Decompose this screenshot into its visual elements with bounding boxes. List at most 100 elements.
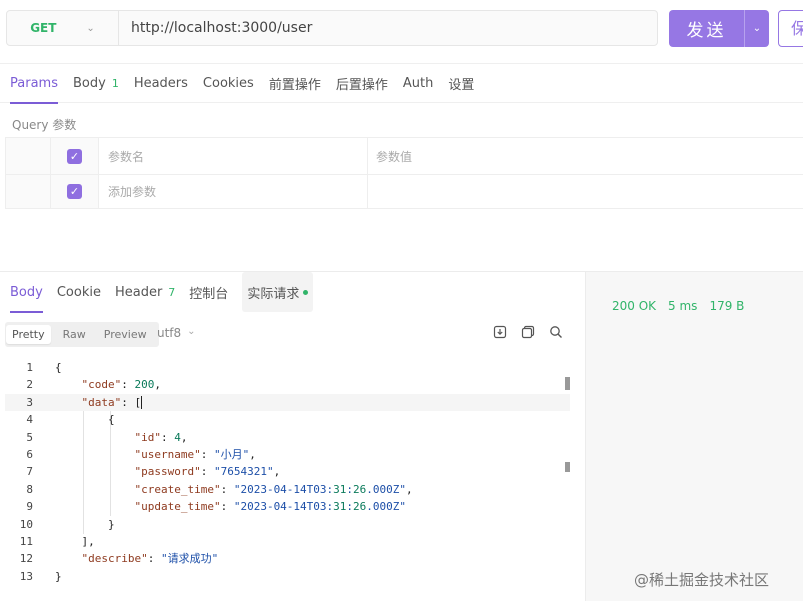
tab-label: Cookie — [56, 284, 101, 300]
response-tools — [493, 325, 563, 339]
tab-label: Auth — [402, 75, 434, 91]
params-table: ✓ 参数名 参数值 ✓ 添加参数 — [5, 137, 803, 209]
tab-label: Cookies — [202, 75, 254, 91]
download-icon[interactable] — [493, 325, 507, 339]
format-preview[interactable]: Preview — [98, 325, 153, 344]
url-input[interactable] — [119, 11, 657, 45]
line-number: 5 — [26, 430, 33, 444]
request-tabs: Params Body 1 Headers Cookies 前置操作 后置操作 A… — [0, 63, 803, 104]
line-number: 9 — [26, 500, 33, 514]
line-number: 8 — [26, 482, 33, 496]
response-body-panel: Body Cookie Header 7 控制台 实际请求 Pretty Raw … — [0, 272, 585, 601]
code-line: 4 { — [5, 411, 570, 428]
tab-label: 后置操作 — [335, 77, 388, 93]
tab-actual-request[interactable]: 实际请求 — [242, 272, 314, 312]
code-line: 9 "update_time": "2023-04-14T03:31:26.00… — [5, 498, 570, 515]
code-line: 2 "code": 200, — [5, 376, 570, 393]
params-header-row: ✓ 参数名 参数值 — [6, 138, 803, 175]
search-icon[interactable] — [549, 325, 563, 339]
tab-count: 7 — [168, 285, 176, 299]
format-switch: Pretty Raw Preview — [5, 322, 159, 347]
drag-handle-cell — [6, 138, 51, 174]
code-line: 13} — [5, 568, 570, 585]
response-size: 179 B — [709, 299, 745, 313]
tab-settings[interactable]: 设置 — [448, 63, 474, 103]
tab-body[interactable]: Body 1 — [73, 63, 119, 103]
tab-params[interactable]: Params — [10, 63, 58, 104]
param-value-input[interactable] — [368, 175, 803, 208]
code-text: "id": 4, — [134, 430, 188, 444]
code-line: 8 "create_time": "2023-04-14T03:31:26.00… — [5, 481, 570, 498]
response-time: 5 ms — [668, 299, 698, 313]
tab-count: 1 — [111, 76, 119, 90]
tab-auth[interactable]: Auth — [403, 63, 433, 103]
chevron-down-icon[interactable]: ⌄ — [744, 10, 769, 47]
code-line: 10 } — [5, 516, 570, 533]
method-select[interactable]: GET ⌄ — [7, 11, 119, 45]
code-text: "username": "小月", — [134, 447, 256, 461]
url-box: GET ⌄ — [6, 10, 658, 46]
tab-label: 设置 — [448, 77, 475, 93]
tab-response-header[interactable]: Header 7 — [115, 272, 175, 312]
code-text: { — [55, 361, 62, 374]
copy-icon[interactable] — [521, 325, 535, 339]
response-status: 200 OK 5 ms 179 B — [612, 299, 744, 313]
params-add-row: ✓ 添加参数 — [6, 175, 803, 208]
watermark: @稀土掘金技术社区 — [634, 571, 770, 589]
add-param-input[interactable]: 添加参数 — [99, 175, 368, 208]
tab-cookies[interactable]: Cookies — [203, 63, 254, 103]
tab-post-request[interactable]: 后置操作 — [336, 63, 388, 103]
row-checkbox[interactable]: ✓ — [67, 184, 82, 199]
tab-label: Headers — [133, 75, 188, 91]
line-number: 10 — [19, 517, 33, 531]
chevron-down-icon: ⌄ — [187, 326, 196, 337]
line-number: 4 — [26, 413, 33, 427]
status-dot-icon — [303, 289, 309, 295]
code-text: "data": [ — [81, 395, 143, 410]
line-number: 2 — [26, 378, 33, 392]
tab-label: 控制台 — [189, 286, 229, 302]
tab-console[interactable]: 控制台 — [189, 272, 228, 312]
format-pretty[interactable]: Pretty — [6, 325, 51, 344]
select-all-cell: ✓ — [51, 138, 99, 174]
url-bar: GET ⌄ 发送 ⌄ 保 — [0, 0, 803, 60]
status-code: 200 OK — [612, 299, 657, 313]
code-line: 5 "id": 4, — [5, 429, 570, 446]
param-name-header: 参数名 — [99, 138, 368, 174]
tab-label: Params — [10, 75, 58, 91]
code-text: } — [55, 517, 115, 531]
encoding-select[interactable]: utf8 ⌄ — [157, 326, 196, 340]
tab-headers[interactable]: Headers — [134, 63, 188, 103]
code-text: "create_time": "2023-04-14T03:31:26.000Z… — [134, 482, 413, 496]
code-text: "update_time": "2023-04-14T03:31:26.000Z… — [134, 500, 407, 514]
code-text: } — [55, 569, 62, 583]
code-line: 1{ — [5, 359, 570, 376]
send-label: 发送 — [686, 21, 727, 41]
encoding-label: utf8 — [157, 326, 182, 340]
line-number: 6 — [26, 447, 33, 461]
response-code-editor[interactable]: 1{ 2 "code": 200, 3 "data": [ 4 { 5 "id"… — [5, 359, 570, 594]
row-check-cell: ✓ — [51, 175, 99, 208]
tab-label: 实际请求 — [247, 286, 300, 302]
tab-pre-request[interactable]: 前置操作 — [269, 63, 321, 103]
format-raw[interactable]: Raw — [57, 325, 92, 344]
code-text: "code": 200, — [81, 378, 162, 392]
response-status-panel: 200 OK 5 ms 179 B — [585, 272, 803, 601]
line-number: 3 — [26, 395, 33, 409]
tab-label: Header — [114, 284, 163, 300]
line-number: 13 — [19, 569, 33, 583]
query-params-title: Query 参数 — [12, 118, 77, 132]
code-line: 3 "data": [ — [5, 393, 570, 412]
line-number: 12 — [19, 552, 33, 566]
chevron-down-icon: ⌄ — [86, 22, 95, 34]
send-button[interactable]: 发送 ⌄ — [669, 10, 769, 47]
tab-response-body[interactable]: Body — [10, 272, 43, 313]
tab-response-cookie[interactable]: Cookie — [57, 272, 101, 312]
line-number: 11 — [19, 534, 33, 548]
save-button[interactable]: 保 — [778, 10, 803, 47]
select-all-checkbox[interactable]: ✓ — [67, 148, 82, 164]
tab-label: Body — [72, 75, 106, 91]
code-line: 12 "describe": "请求成功" — [5, 550, 570, 567]
code-text: ], — [55, 534, 95, 548]
code-line: 11 ], — [5, 533, 570, 550]
